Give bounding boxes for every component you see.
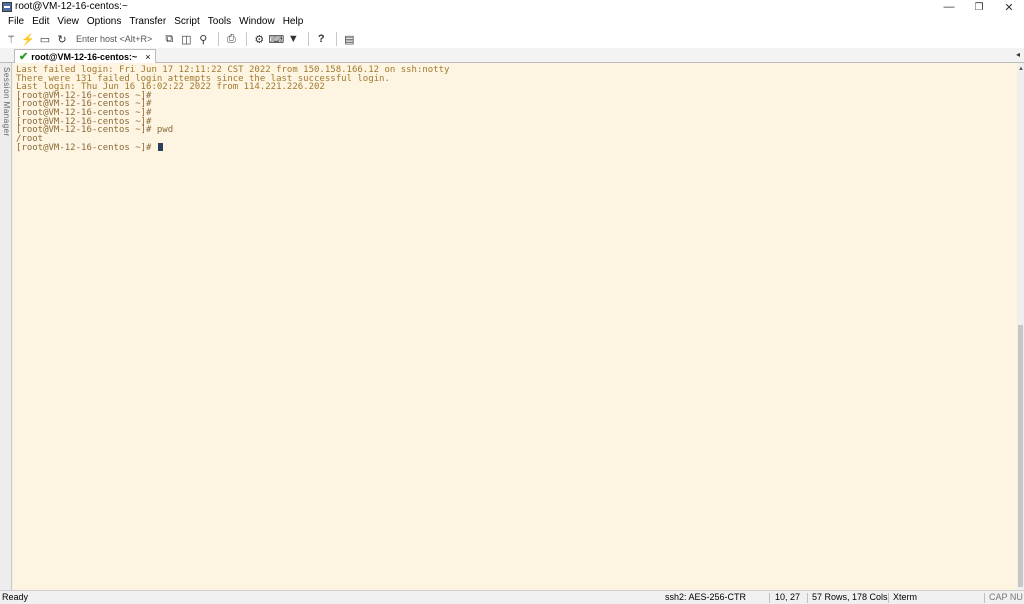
toolbar: ⚚ ⚡ ▭ ↻ Enter host <Alt+R> ⧉ ◫ ⚲ ⎙ ⚙ ⌨ ▼… [0,30,1024,48]
session-tab-bar: ✔ root@VM-12-16-centos:~ × ◂ [0,48,1024,63]
keymap-icon[interactable]: ⌨ [268,32,284,46]
terminal-line: [root@VM-12-16-centos ~]# [16,99,152,110]
menu-transfer[interactable]: Transfer [125,15,170,29]
connected-check-icon: ✔ [19,51,29,63]
toolbar-separator [336,32,338,46]
print-icon[interactable]: ⎙ [224,32,238,46]
menu-bar: File Edit View Options Transfer Script T… [0,14,1024,30]
terminal-area[interactable]: Last failed login: Fri Jun 17 12:11:22 C… [13,63,1017,590]
session-tab-label: root@VM-12-16-centos:~ [31,51,138,62]
close-button[interactable]: ✕ [994,0,1024,14]
connect-icon[interactable]: ⚚ [4,32,18,46]
status-cursor-position: 10, 27 [775,592,801,602]
host-input[interactable]: Enter host <Alt+R> [76,32,152,46]
window-title: root@VM-12-16-centos:~ [15,1,128,12]
status-terminal-size: 57 Rows, 178 Cols [812,592,888,602]
screenshot-icon[interactable]: ▤ [342,32,356,46]
status-ready: Ready [2,592,29,602]
status-divider [769,593,770,603]
settings-icon[interactable]: ⚙ [252,32,266,46]
title-bar: root@VM-12-16-centos:~ — ❐ ✕ [0,0,1024,14]
reconnect-icon[interactable]: ↻ [55,32,69,46]
terminal-line: [root@VM-12-16-centos ~]# [16,107,152,118]
status-terminal-type: Xterm [893,592,918,602]
terminal-line: Last login: Thu Jun 16 16:02:22 2022 fro… [16,82,325,93]
terminal-prompt-line: [root@VM-12-16-centos ~]# [16,143,1017,153]
app-icon [2,2,12,12]
menu-script[interactable]: Script [170,15,204,29]
find-icon[interactable]: ⚲ [196,32,210,46]
status-divider [807,593,808,603]
terminal-line: [root@VM-12-16-centos ~]# [16,90,152,101]
menu-file[interactable]: File [4,15,28,29]
session-manager-strip[interactable]: Session Manager [0,63,12,590]
menu-help[interactable]: Help [279,15,308,29]
status-divider [888,593,889,603]
terminal-scrollbar[interactable]: ▲ [1017,63,1024,590]
toolbar-separator [218,32,220,46]
menu-tools[interactable]: Tools [204,15,235,29]
status-bar: Ready ssh2: AES-256-CTR 10, 27 57 Rows, … [0,590,1024,604]
tab-scroll-left-icon[interactable]: ◂ [1016,50,1020,59]
scrollbar-thumb[interactable] [1018,325,1023,587]
tab-close-icon[interactable]: × [145,52,150,62]
connect-in-tab-icon[interactable]: ▭ [38,32,52,46]
toolbar-separator [308,32,310,46]
copy-icon[interactable]: ⧉ [162,32,176,46]
menu-view[interactable]: View [53,15,83,29]
status-divider [984,593,985,603]
sftp-icon[interactable]: ▼ [286,32,300,46]
quick-connect-icon[interactable]: ⚡ [21,32,35,46]
scroll-up-icon[interactable]: ▲ [1018,66,1024,72]
terminal-prompt: [root@VM-12-16-centos ~]# [16,143,157,154]
menu-window[interactable]: Window [235,15,279,29]
toolbar-separator [246,32,248,46]
status-cipher: ssh2: AES-256-CTR [665,592,747,602]
session-tab[interactable]: ✔ root@VM-12-16-centos:~ × [14,49,156,63]
terminal-line: [root@VM-12-16-centos ~]# pwd [16,125,174,136]
minimize-button[interactable]: — [934,0,964,14]
help-icon[interactable]: ? [314,32,328,46]
paste-icon[interactable]: ◫ [179,32,193,46]
menu-edit[interactable]: Edit [28,15,53,29]
status-caps: CAP NU [989,592,1023,602]
maximize-button[interactable]: ❐ [964,0,994,14]
menu-options[interactable]: Options [83,15,125,29]
session-manager-label: Session Manager [2,67,11,137]
terminal-line: /root [16,133,44,144]
terminal-cursor [157,143,163,152]
